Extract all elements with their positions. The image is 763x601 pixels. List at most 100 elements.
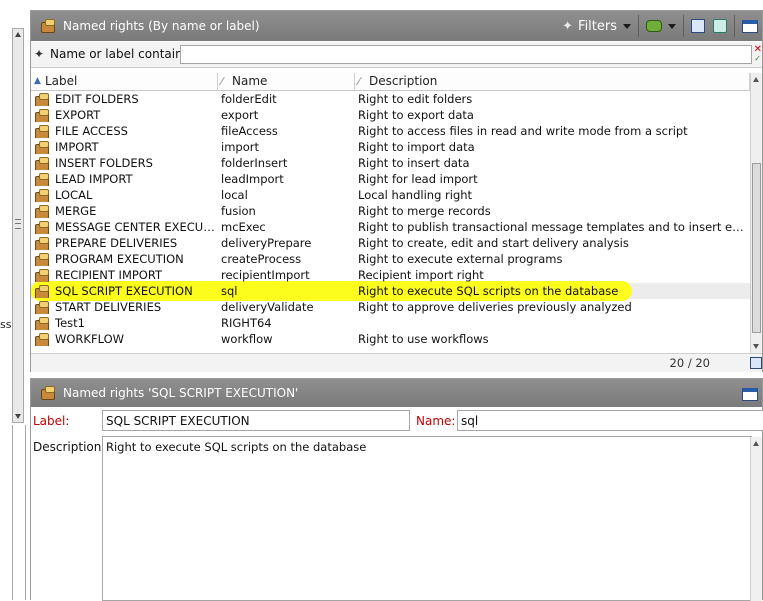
table-row[interactable]: EXPORT export Right to export data [31, 107, 750, 123]
cell-label: WORKFLOW [31, 332, 218, 346]
list-scrollbar[interactable] [750, 73, 762, 353]
cell-label: IMPORT [31, 140, 218, 154]
cell-name: export [221, 108, 259, 122]
cell-label-text: FILE ACCESS [55, 124, 128, 138]
scroll-down-icon[interactable] [753, 344, 759, 349]
description-textarea[interactable]: Right to execute SQL scripts on the data… [102, 436, 752, 601]
cell-description: Right to export data [358, 108, 474, 122]
label-caption: Label: [33, 414, 70, 428]
list-panel-titlebar: Named rights (By name or label) ✦ Filter… [31, 11, 762, 41]
filters-button[interactable]: ✦ Filters [558, 16, 635, 36]
scroll-up-icon[interactable] [753, 441, 759, 446]
column-header-description[interactable]: ⁄ Description [355, 73, 750, 90]
cell-description: Right to approve deliveries previously a… [358, 300, 632, 314]
cell-label: MERGE [31, 204, 218, 218]
name-caption: Name: [416, 414, 456, 428]
named-right-icon [35, 141, 51, 154]
record-count: 20 / 20 [669, 356, 710, 370]
table-row[interactable]: LOCAL local Local handling right [31, 187, 750, 203]
new-button[interactable] [687, 16, 709, 36]
column-header-label[interactable]: ▲ Label [31, 73, 218, 90]
cell-label-text: EXPORT [55, 108, 101, 122]
cell-description: Recipient import right [358, 268, 484, 282]
table-row[interactable]: MESSAGE CENTER EXECUTION mcExec Right to p… [31, 219, 750, 235]
cell-label-text: LOCAL [55, 188, 93, 202]
cell-label: FILE ACCESS [31, 124, 218, 138]
table-row[interactable]: MERGE fusion Right to merge records [31, 203, 750, 219]
filter-input[interactable] [180, 45, 752, 64]
cell-name: RIGHT64 [221, 316, 272, 330]
cell-label-text: EDIT FOLDERS [55, 92, 139, 106]
named-right-icon [35, 157, 51, 170]
sort-ascending-icon: ▲ [34, 76, 41, 86]
cell-description: Right to merge records [358, 204, 491, 218]
table-row[interactable]: EDIT FOLDERS folderEdit Right to edit fold… [31, 91, 750, 107]
named-right-icon [35, 253, 51, 266]
scroll-down-icon[interactable] [15, 414, 21, 419]
left-splitter[interactable] [12, 425, 26, 600]
left-scrollbar[interactable] [12, 28, 24, 423]
cell-label: SQL SCRIPT EXECUTION [31, 284, 218, 298]
cell-description: Right to import data [358, 140, 475, 154]
named-right-detail-panel: Named rights 'SQL SCRIPT EXECUTION' Labe… [30, 378, 763, 601]
table-row[interactable]: INSERT FOLDERS folderInsert Right to inser… [31, 155, 750, 171]
description-scrollbar[interactable] [750, 437, 762, 601]
binoculars-button[interactable] [642, 16, 680, 36]
new-icon [691, 19, 705, 33]
name-field[interactable] [457, 410, 763, 431]
cell-label: PREPARE DELIVERIES [31, 236, 218, 250]
table-row[interactable]: RECIPIENT IMPORT recipientImport Recipient… [31, 267, 750, 283]
cell-description: Right for lead import [358, 172, 478, 186]
cell-label-text: START DELIVERIES [55, 300, 162, 314]
cell-description: Right to insert data [358, 156, 470, 170]
cell-name: folderEdit [221, 92, 277, 106]
cell-label-text: MESSAGE CENTER EXECUTION [55, 220, 218, 234]
table-row[interactable]: Test1 RIGHT64 [31, 315, 750, 331]
toolbar-separator [734, 15, 735, 37]
cell-label-text: PREPARE DELIVERIES [55, 236, 178, 250]
named-right-icon [41, 19, 57, 33]
table-row[interactable]: WORKFLOW workflow Right to use workflows [31, 331, 750, 347]
cell-label: START DELIVERIES [31, 300, 218, 314]
scroll-thumb[interactable] [752, 163, 761, 333]
scroll-up-icon[interactable] [753, 77, 759, 82]
toolbar-separator [683, 15, 684, 37]
cell-label: PROGRAM EXECUTION [31, 252, 218, 266]
table-row[interactable]: PREPARE DELIVERIES deliveryPrepare Right t… [31, 235, 750, 251]
cell-description: Right to execute SQL scripts on the data… [358, 284, 619, 298]
cell-name: fileAccess [221, 124, 278, 138]
cell-label: EDIT FOLDERS [31, 92, 218, 106]
cell-description: Right to create, edit and start delivery… [358, 236, 629, 250]
cell-label-text: SQL SCRIPT EXECUTION [55, 284, 193, 298]
window-button[interactable] [738, 16, 762, 36]
named-right-icon [35, 93, 51, 106]
refresh-button[interactable] [709, 16, 731, 36]
named-right-icon [35, 173, 51, 186]
table-row[interactable]: FILE ACCESS fileAccess Right to access fil… [31, 123, 750, 139]
named-right-icon [35, 317, 51, 330]
cell-label: RECIPIENT IMPORT [31, 268, 218, 282]
scroll-up-icon[interactable] [15, 32, 21, 37]
table-row[interactable]: PROGRAM EXECUTION createProcess Right to e… [31, 251, 750, 267]
named-right-icon [35, 205, 51, 218]
table-row[interactable]: START DELIVERIES deliveryValidate Right to… [31, 299, 750, 315]
table-row[interactable]: IMPORT import Right to import data [31, 139, 750, 155]
window-button[interactable] [738, 384, 762, 404]
table-row[interactable]: SQL SCRIPT EXECUTION sql Right to execute … [31, 281, 750, 301]
column-header-name[interactable]: ⁄ Name [218, 73, 355, 90]
label-field[interactable] [102, 410, 410, 431]
filter-row: ✦ Name or label contains: ✕ ✓ [31, 42, 762, 68]
cell-description: Right to execute external programs [358, 252, 563, 266]
scroll-grip-icon[interactable] [15, 219, 21, 229]
binoculars-icon [646, 20, 662, 32]
column-grip-icon: ⁄ [358, 75, 360, 88]
list-toolbar: ✦ Filters [558, 11, 762, 41]
named-rights-list-panel: Named rights (By name or label) ✦ Filter… [30, 10, 763, 372]
apply-filter-icon[interactable]: ✓ [754, 54, 761, 63]
cell-description: Right to access files in read and write … [358, 124, 688, 138]
column-grip-icon: ⁄ [221, 75, 223, 88]
table-row[interactable]: LEAD IMPORT leadImport Right for lead impo… [31, 171, 750, 187]
named-right-icon [35, 109, 51, 122]
config-list-icon[interactable] [750, 357, 762, 369]
detail-panel-title: Named rights 'SQL SCRIPT EXECUTION' [63, 386, 299, 400]
